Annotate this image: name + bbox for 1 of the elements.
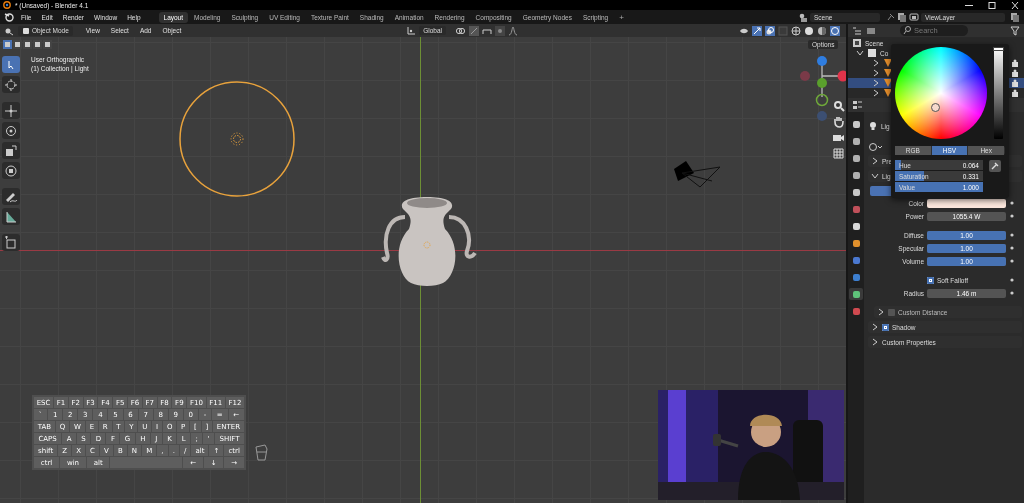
add-workspace-button[interactable]: + bbox=[614, 10, 629, 24]
